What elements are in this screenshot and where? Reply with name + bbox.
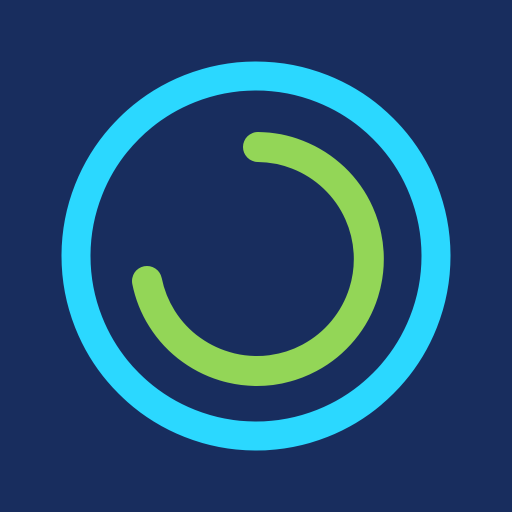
app-icon [0,0,512,512]
progress-ring-logo-icon [0,0,512,512]
